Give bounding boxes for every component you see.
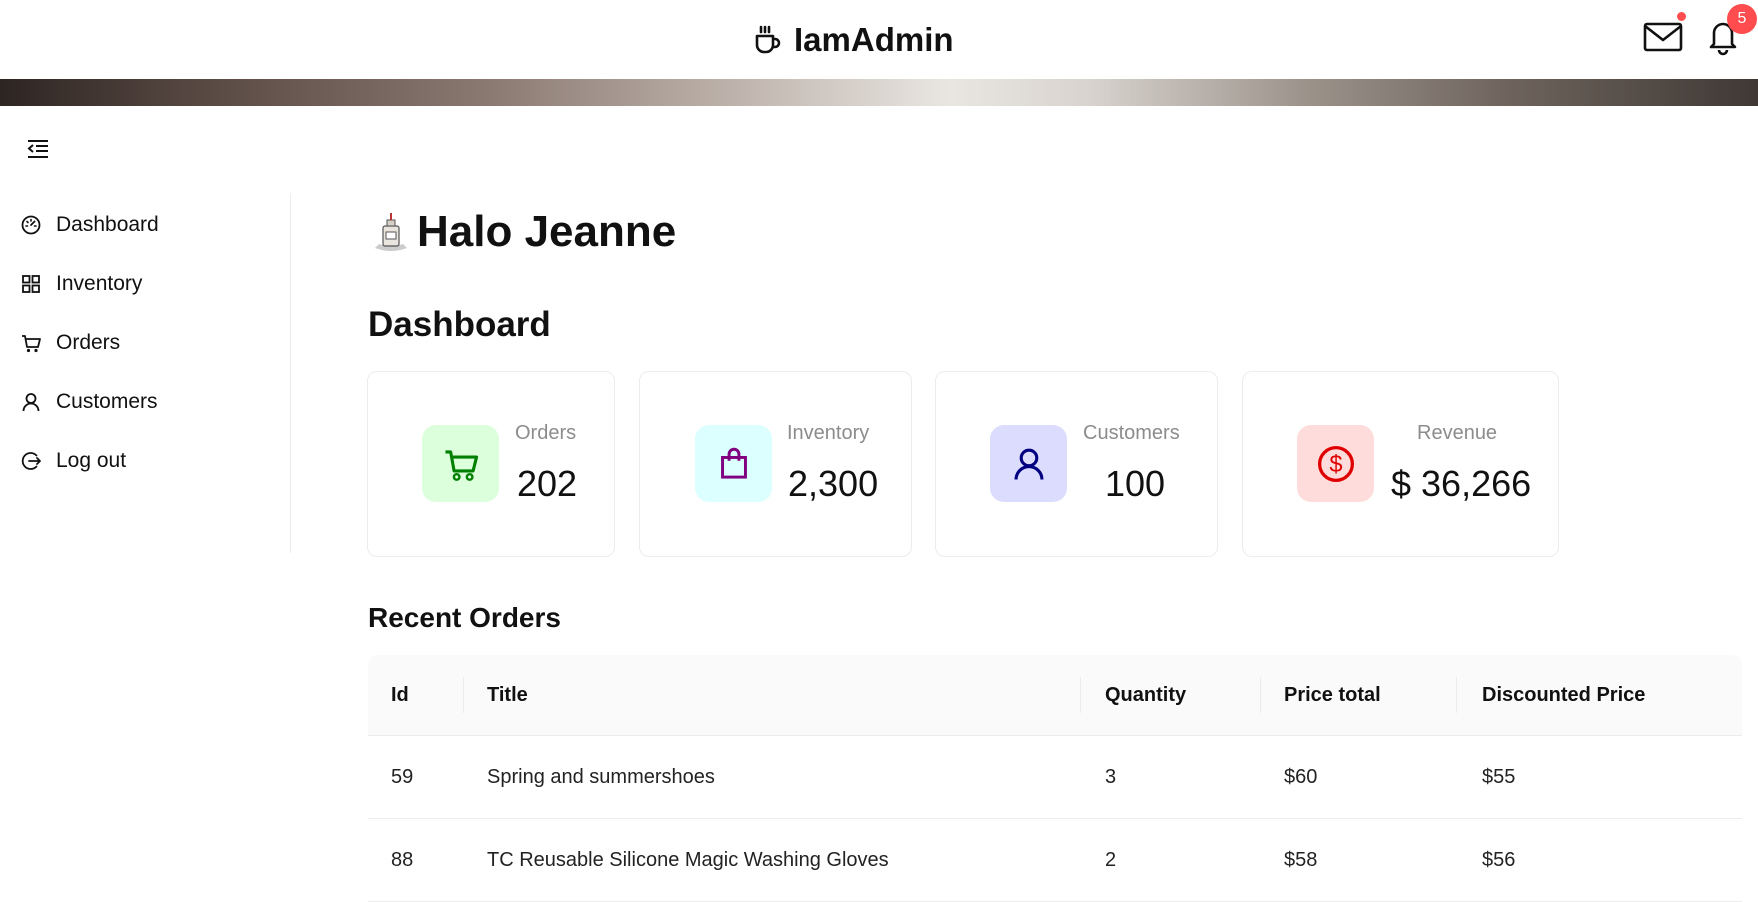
stat-label: Orders — [515, 422, 577, 444]
stat-card-customers: Customers 100 — [935, 371, 1218, 557]
stat-value: $ 36,266 — [1391, 463, 1532, 504]
stat-icon-box: $ — [1297, 425, 1374, 502]
mail-icon — [1643, 22, 1683, 52]
column-divider — [1260, 677, 1261, 713]
column-divider — [463, 677, 464, 713]
column-divider — [1080, 677, 1081, 713]
mail-button[interactable] — [1643, 18, 1683, 54]
column-header-quantity[interactable]: Quantity — [1105, 655, 1186, 735]
coffee-cup-icon — [755, 25, 781, 54]
stat-label: Revenue — [1417, 422, 1498, 444]
greeting: Halo Jeanne — [371, 202, 676, 262]
greeting-emoji-icon — [375, 213, 407, 251]
stat-value: 202 — [517, 463, 578, 504]
cell-discounted-price: $55 — [1482, 765, 1516, 788]
sidebar-item-label: Dashboard — [56, 213, 159, 236]
greeting-text: Halo Jeanne — [417, 207, 677, 256]
cell-quantity: 2 — [1105, 848, 1117, 871]
sidebar-item-label: Inventory — [56, 272, 143, 295]
sidebar-item-label: Customers — [56, 390, 158, 413]
cell-price-total: $58 — [1284, 848, 1318, 871]
sidebar-item-dashboard[interactable]: Dashboard — [20, 210, 159, 240]
sidebar-item-customers[interactable]: Customers — [20, 387, 158, 417]
stat-value: 2,300 — [788, 463, 879, 504]
svg-text:$: $ — [1329, 452, 1342, 478]
table-row[interactable]: 59 Spring and summershoes 3 $60 $55 — [368, 736, 1742, 819]
shopping-bag-icon — [720, 447, 747, 479]
cell-title: TC Reusable Silicone Magic Washing Glove… — [487, 848, 889, 871]
stat-icon-box — [990, 425, 1067, 502]
cell-title: Spring and summershoes — [487, 765, 715, 788]
header-banner-image — [0, 79, 1758, 106]
stat-card-inventory: Inventory 2,300 — [639, 371, 912, 557]
sidebar-collapse-button[interactable] — [26, 138, 50, 160]
page-title: Dashboard — [368, 305, 551, 344]
sidebar-item-orders[interactable]: Orders — [20, 328, 120, 358]
stat-label: Customers — [1083, 422, 1180, 444]
app-title: IamAdmin — [794, 21, 954, 58]
stat-card-revenue: $ Revenue $ 36,266 — [1242, 371, 1559, 557]
stat-card-orders: Orders 202 — [367, 371, 615, 557]
user-icon — [1013, 448, 1044, 480]
speedometer-icon — [21, 215, 41, 235]
user-icon — [22, 393, 40, 412]
stat-icon-box — [695, 425, 772, 502]
sidebar-item-inventory[interactable]: Inventory — [20, 269, 142, 299]
column-header-discounted-price[interactable]: Discounted Price — [1482, 655, 1645, 735]
logout-icon — [21, 452, 41, 470]
sidebar-item-label: Orders — [56, 331, 121, 354]
table-header: Id Title Quantity Price total Discounted… — [368, 655, 1742, 736]
cell-id: 88 — [391, 848, 414, 871]
dollar-circle-icon: $ — [1317, 445, 1354, 482]
cell-price-total: $60 — [1284, 765, 1318, 788]
cell-quantity: 3 — [1105, 765, 1117, 788]
column-header-title[interactable]: Title — [487, 655, 528, 735]
sidebar: Dashboard Inventory Orders Customers Log… — [0, 193, 291, 553]
sidebar-item-logout[interactable]: Log out — [20, 446, 126, 476]
cell-discounted-price: $56 — [1482, 848, 1516, 871]
column-divider — [1456, 677, 1457, 713]
recent-orders-title: Recent Orders — [368, 602, 561, 633]
column-header-price-total[interactable]: Price total — [1284, 655, 1381, 735]
menu-fold-icon — [27, 140, 48, 158]
sidebar-item-label: Log out — [56, 449, 127, 472]
recent-orders-table: Id Title Quantity Price total Discounted… — [368, 655, 1742, 902]
grid-icon — [22, 275, 40, 293]
cart-icon — [22, 335, 41, 353]
brand: IamAdmin — [750, 16, 954, 64]
stat-icon-box — [422, 425, 499, 502]
table-row[interactable]: 88 TC Reusable Silicone Magic Washing Gl… — [368, 819, 1742, 902]
stat-label: Inventory — [787, 422, 870, 444]
cart-icon — [444, 449, 478, 481]
notification-badge: 5 — [1727, 4, 1757, 34]
column-header-id[interactable]: Id — [391, 655, 409, 735]
stat-value: 100 — [1105, 463, 1166, 504]
top-bar: IamAdmin — [0, 0, 1758, 79]
cell-id: 59 — [391, 765, 414, 788]
mail-unread-dot — [1677, 12, 1686, 21]
